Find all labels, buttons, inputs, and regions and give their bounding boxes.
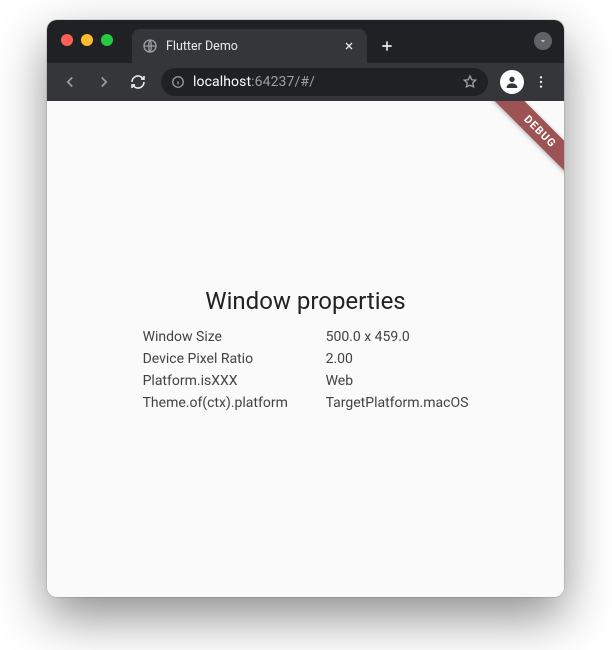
bookmark-button[interactable] [462, 74, 478, 90]
url-path: :64237/#/ [251, 74, 315, 90]
titlebar: Flutter Demo [47, 20, 564, 63]
new-tab-button[interactable] [373, 32, 401, 60]
tab-title: Flutter Demo [166, 39, 341, 54]
url-text: localhost:64237/#/ [193, 74, 454, 90]
forward-button[interactable] [89, 67, 119, 97]
titlebar-right [534, 32, 552, 50]
toolbar-right [500, 67, 556, 97]
close-window-button[interactable] [61, 34, 73, 46]
minimize-window-button[interactable] [81, 34, 93, 46]
property-label: Platform.isXXX [143, 373, 318, 389]
page-content: Window properties Window Size 500.0 x 459… [47, 287, 564, 411]
property-value: Web [326, 373, 469, 389]
browser-window: Flutter Demo [47, 20, 564, 597]
address-bar[interactable]: localhost:64237/#/ [161, 68, 488, 96]
url-host: localhost [193, 74, 251, 90]
menu-button[interactable] [526, 67, 556, 97]
globe-icon [142, 38, 158, 54]
site-info-icon[interactable] [171, 75, 185, 89]
close-tab-button[interactable] [341, 38, 357, 54]
toolbar: localhost:64237/#/ [47, 63, 564, 101]
viewport: DEBUG Window properties Window Size 500.0… [47, 101, 564, 597]
property-label: Theme.of(ctx).platform [143, 395, 318, 411]
tab-search-button[interactable] [534, 32, 552, 50]
debug-banner: DEBUG [483, 101, 564, 188]
profile-button[interactable] [500, 70, 524, 94]
maximize-window-button[interactable] [101, 34, 113, 46]
reload-button[interactable] [123, 67, 153, 97]
property-label: Device Pixel Ratio [143, 351, 318, 367]
property-value: 2.00 [326, 351, 469, 367]
property-value: TargetPlatform.macOS [326, 395, 469, 411]
back-button[interactable] [55, 67, 85, 97]
page-heading: Window properties [205, 287, 405, 315]
properties-table: Window Size 500.0 x 459.0 Device Pixel Rat… [143, 329, 469, 411]
property-value: 500.0 x 459.0 [326, 329, 469, 345]
property-label: Window Size [143, 329, 318, 345]
window-controls [61, 34, 113, 46]
browser-tab[interactable]: Flutter Demo [132, 29, 367, 63]
